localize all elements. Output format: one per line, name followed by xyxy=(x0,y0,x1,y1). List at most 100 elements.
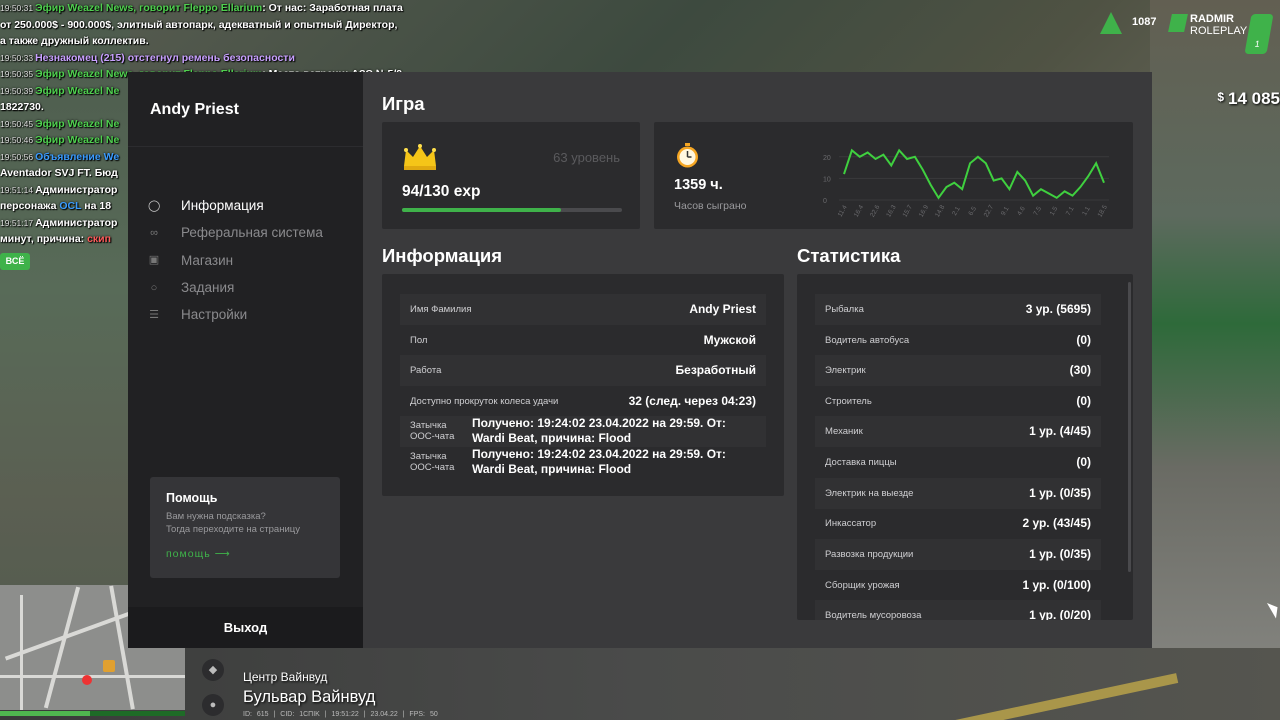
game-section-title: Игра xyxy=(382,93,425,114)
chart-x-tick: 2.1 xyxy=(951,205,962,217)
chart-x-tick: 4.6 xyxy=(1016,205,1027,217)
crown-icon xyxy=(404,144,436,170)
chart-x-tick: 1.5 xyxy=(1049,205,1060,217)
help-text: Вам нужна подсказка? Тогда переходите на … xyxy=(166,511,300,535)
info-row-ooc-mute: Затычка ООС-чата Получено: 19:24:02 23.04… xyxy=(410,447,726,477)
target-icon: ○ xyxy=(150,281,158,294)
brand-name: RADMIR ROLEPLAY xyxy=(1190,13,1248,37)
info-section-title: Информация xyxy=(382,245,503,266)
street-name: Бульвар Вайнвуд xyxy=(243,688,376,706)
server-hud: 1087 RADMIR ROLEPLAY 1 xyxy=(1100,8,1274,58)
stats-scrollbar[interactable] xyxy=(1128,282,1131,572)
level-card: 63 уровень 94/130 exp xyxy=(382,122,640,229)
chart-x-tick: 22.7 xyxy=(983,204,996,219)
zone-name: Центр Вайнвуд xyxy=(243,670,328,684)
stat-row: Электрик на выезде 1 ур. (0/35) xyxy=(815,478,1101,509)
chart-x-tick: 18.5 xyxy=(1097,204,1110,219)
sidebar-item-tasks[interactable]: ○ Задания xyxy=(148,274,323,301)
help-link[interactable]: помощь ⟶ xyxy=(166,548,324,560)
chat-line: от 250.000$ - 900.000$, элитный автопарк… xyxy=(0,18,398,31)
hours-value: 1359 ч. xyxy=(674,177,723,193)
health-bar xyxy=(0,711,185,716)
sliders-icon: ☰ xyxy=(149,308,159,321)
stats-section-title: Статистика xyxy=(797,245,901,266)
user-icon: ◯ xyxy=(148,199,161,212)
main-content: Игра 63 уровень 94/130 exp 1359 ч. Часов… xyxy=(363,72,1152,648)
game-background-bottom xyxy=(0,648,1280,720)
info-card: Имя Фамилия Andy Priest Пол Мужской Работа… xyxy=(382,274,784,496)
info-row-job: Работа Безработный xyxy=(400,355,766,386)
info-row-gender: Пол Мужской xyxy=(410,333,756,348)
money-display: $14 085 xyxy=(1217,89,1280,108)
chat-line: 19:50:33 Незнакомец (215) отстегнул ремен… xyxy=(0,51,295,64)
hours-label: Часов сыграно xyxy=(674,200,747,212)
exp-progress-bar xyxy=(402,208,622,212)
player-name: Andy Priest xyxy=(150,101,239,118)
logout-button[interactable]: Выход xyxy=(128,607,363,648)
stat-row: Механик 1 ур. (4/45) xyxy=(815,416,1101,447)
cart-icon: ▣ xyxy=(148,254,160,267)
chart-series-line xyxy=(843,148,1105,200)
info-row-ooc-mute: Затычка ООС-чата Получено: 19:24:02 23.04… xyxy=(400,416,766,447)
chart-x-tick: 11.4 xyxy=(837,204,849,218)
player-marker-icon xyxy=(82,675,92,685)
stats-card[interactable]: Рыбалка 3 ур. (5695) Водитель автобуса (0)… xyxy=(797,274,1133,620)
stat-row: Водитель автобуса (0) xyxy=(825,333,1091,348)
stat-row: Строитель (0) xyxy=(825,394,1091,409)
info-row-wheel-spins: Доступно прокруток колеса удачи 32 (след.… xyxy=(410,394,756,409)
sidebar-item-info[interactable]: ◯ Информация xyxy=(148,192,323,219)
exp-value: 94/130 exp xyxy=(402,183,481,200)
chart-x-tick: 16.4 xyxy=(853,204,866,219)
tech-info: ID: 615 | CID: 1CПIK | 19:51:22 | 23.04.… xyxy=(243,711,438,718)
info-row-name: Имя Фамилия Andy Priest xyxy=(400,294,766,325)
road-marking xyxy=(921,673,1179,720)
sidebar-item-settings[interactable]: ☰ Настройки xyxy=(148,301,323,328)
chart-x-tick: 7.5 xyxy=(1032,205,1043,217)
chart-x-tick: 9.1 xyxy=(1000,205,1011,217)
help-card: Помощь Вам нужна подсказка? Тогда переход… xyxy=(150,477,340,578)
microphone-icon: ● xyxy=(202,694,224,716)
chart-x-tick: 7.1 xyxy=(1065,205,1076,217)
chart-y-tick: 20 xyxy=(823,155,831,162)
sidebar-item-shop[interactable]: ▣ Магазин xyxy=(148,247,323,274)
sidebar-item-referral[interactable]: ∞ Реферальная система xyxy=(148,219,323,246)
arrow-right-icon: ⟶ xyxy=(214,548,231,560)
level-label: 63 уровень xyxy=(553,150,620,165)
shield-icon: ◆ xyxy=(202,659,224,681)
link-icon: ∞ xyxy=(150,226,158,239)
online-players-icon xyxy=(1100,12,1122,34)
sidebar-nav: ◯ Информация ∞ Реферальная система ▣ Магази… xyxy=(148,192,323,328)
chat-line: а также дружный коллектив. xyxy=(0,35,149,47)
server-flag-icon xyxy=(1168,14,1188,32)
online-count: 1087 xyxy=(1132,16,1157,28)
chart-x-tick: 16.3 xyxy=(885,204,898,219)
stat-row: Инкассатор 2 ур. (43/45) xyxy=(825,516,1091,531)
chart-y-tick: 10 xyxy=(823,176,831,183)
chart-x-tick: 22.6 xyxy=(869,204,882,219)
stat-row: Электрик (30) xyxy=(815,355,1101,386)
stat-row: Доставка пиццы (0) xyxy=(825,455,1091,470)
map-blip-icon xyxy=(103,660,115,672)
chat-line: 19:50:31 Эфир Weazel News, говорит Fleppo… xyxy=(0,2,403,14)
chart-x-tick: 1.1 xyxy=(1081,205,1092,217)
help-title: Помощь xyxy=(166,491,218,505)
alarm-clock-icon xyxy=(677,143,698,168)
chart-y-tick: 0 xyxy=(823,198,827,205)
chart-x-tick: 6.5 xyxy=(967,205,978,217)
armor-bar xyxy=(0,711,90,716)
playtime-card: 1359 ч. Часов сыграно 0 10 20 11.4 16.4 22.6 1… xyxy=(654,122,1133,229)
player-menu: Andy Priest ◯ Информация ∞ Реферальная сис… xyxy=(128,72,1152,648)
stat-row: Рыбалка 3 ур. (5695) xyxy=(815,294,1101,325)
stat-row: Водитель мусоровоза 1 ур. (0/20) xyxy=(815,600,1101,620)
chart-x-tick: 14.8 xyxy=(934,204,947,219)
chart-x-tick: 15.7 xyxy=(902,204,915,219)
exp-progress-fill xyxy=(402,208,562,212)
brand-logo: 1 xyxy=(1244,14,1274,54)
sidebar: Andy Priest ◯ Информация ∞ Реферальная сис… xyxy=(128,72,363,648)
stat-row: Развозка продукции 1 ур. (0/35) xyxy=(815,539,1101,570)
playtime-chart: 0 10 20 11.4 16.4 22.6 16.3 15.7 16.9 14.8 2.1 6.5 2… xyxy=(823,148,1110,219)
stat-row: Сборщик урожая 1 ур. (0/100) xyxy=(825,578,1091,593)
chart-x-tick: 16.9 xyxy=(918,204,931,219)
chat-tab-all[interactable]: ВСЁ xyxy=(0,253,30,270)
sidebar-divider xyxy=(128,146,363,147)
